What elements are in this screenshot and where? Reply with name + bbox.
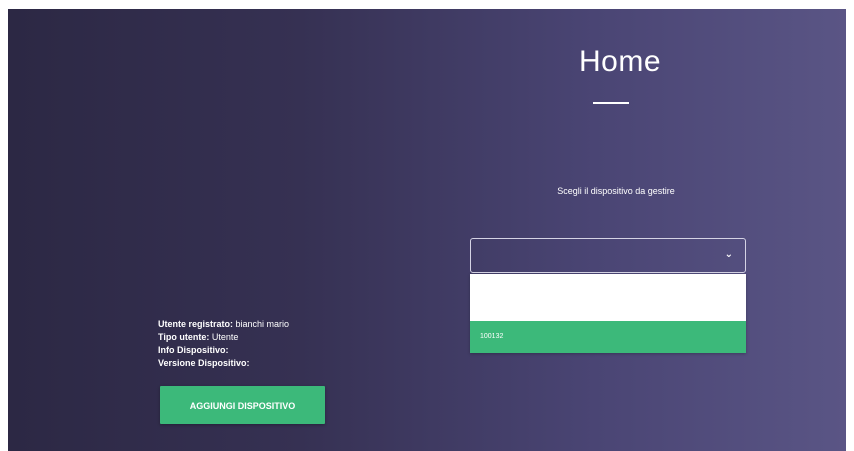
user-type-value: Utente [211,332,239,342]
device-option-100132[interactable]: 100132 [470,321,746,353]
device-option-empty[interactable] [470,274,746,321]
title-underline [593,102,629,104]
device-select[interactable]: ⌄ [470,238,746,273]
user-type-row: Tipo utente: Utente [158,331,289,344]
registered-user-row: Utente registrato: bianchi mario [158,318,289,331]
registered-user-label: Utente registrato: [158,319,234,329]
registered-user-value: bianchi mario [235,319,290,329]
screenshot-frame: Home Scegli il dispositivo da gestire ⌄ … [0,0,854,451]
chevron-down-icon[interactable]: ⌄ [725,249,733,260]
device-info-row: Info Dispositivo: [158,344,289,357]
add-device-button[interactable]: AGGIUNGI DISPOSITIVO [160,386,325,424]
device-version-label: Versione Dispositivo: [158,358,250,368]
page-title: Home [578,45,662,78]
user-info-block: Utente registrato: bianchi mario Tipo ut… [158,318,289,370]
select-device-instruction: Scegli il dispositivo da gestire [557,186,675,196]
device-dropdown-list: 100132 [470,274,746,353]
home-panel: Home Scegli il dispositivo da gestire ⌄ … [8,9,846,451]
user-type-label: Tipo utente: [158,332,210,342]
device-info-label: Info Dispositivo: [158,345,229,355]
device-version-row: Versione Dispositivo: [158,357,289,370]
